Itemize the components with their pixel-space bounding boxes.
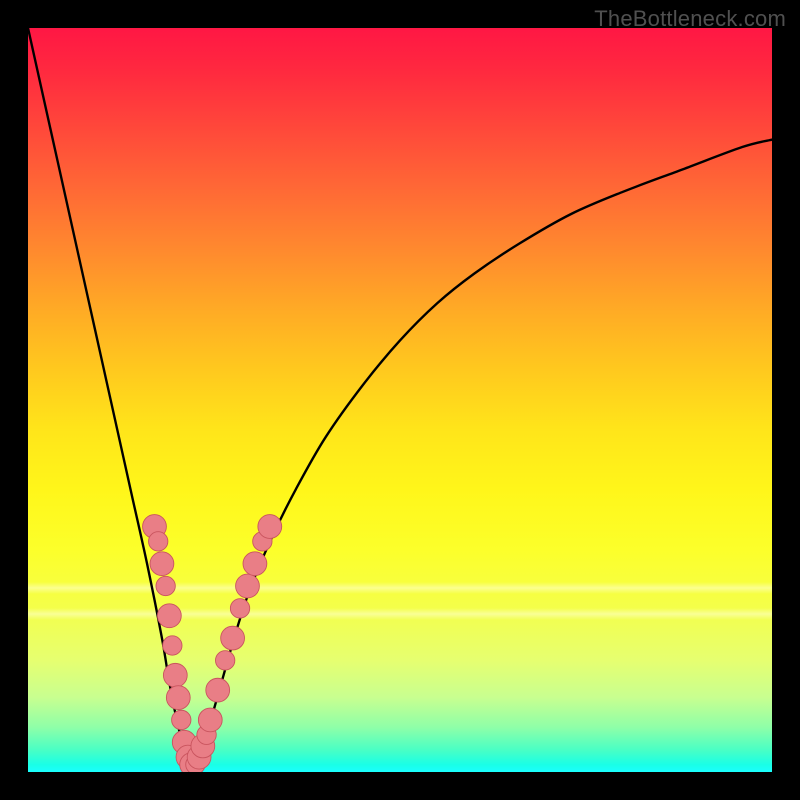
data-marker [163,636,182,655]
chart-svg [28,28,772,772]
data-marker [150,552,174,576]
data-marker [221,626,245,650]
data-marker [149,532,168,551]
data-marker [198,708,222,732]
watermark-text: TheBottleneck.com [594,6,786,32]
data-markers [143,515,282,772]
chart-frame: TheBottleneck.com [0,0,800,800]
data-marker [166,686,190,710]
data-marker [236,574,260,598]
data-marker [230,599,249,618]
data-marker [258,515,282,539]
data-marker [163,663,187,687]
data-marker [156,576,175,595]
data-marker [157,604,181,628]
data-marker [172,710,191,729]
data-marker [215,651,234,670]
data-marker [206,678,230,702]
plot-area [28,28,772,772]
data-marker [243,552,267,576]
bottleneck-curve [28,28,772,765]
